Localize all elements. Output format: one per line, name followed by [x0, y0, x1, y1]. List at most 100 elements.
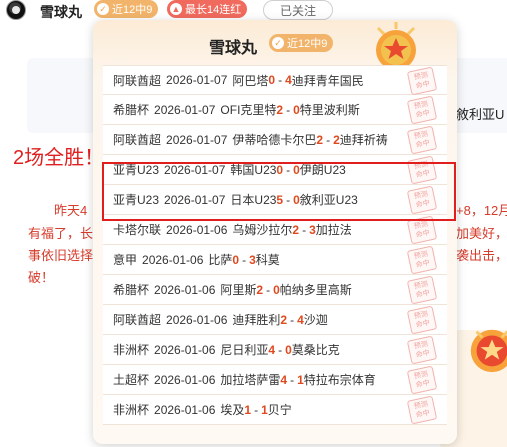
article-card-text: 敘利亚U — [456, 107, 505, 122]
match-away-score: 4 — [297, 312, 304, 327]
match-home-team: 伊蒂哈德卡尔巴 — [232, 133, 317, 147]
match-row[interactable]: 非洲杯 2026-01-06 埃及 1-1 贝宁 预测 命中 — [103, 395, 447, 425]
match-date: 2026-01-07 — [166, 73, 228, 87]
stamp-icon: 预测 命中 — [406, 335, 438, 365]
match-home-team: 埃及 — [220, 403, 245, 417]
article-line-3: 事依旧选择 — [28, 248, 94, 263]
match-league: 卡塔尔联 — [113, 223, 162, 237]
avatar[interactable] — [6, 0, 26, 20]
match-league: 意甲 — [113, 253, 138, 267]
match-away-team: 加拉法 — [315, 223, 352, 237]
match-dash: - — [326, 132, 331, 147]
match-dash: - — [290, 372, 295, 387]
match-home-score: 2 — [256, 282, 264, 297]
match-home-score: 2 — [276, 102, 284, 117]
match-date: 2026-01-06 — [154, 372, 216, 387]
match-dash: - — [254, 402, 259, 417]
stamp-icon: 预测 命中 — [406, 66, 438, 96]
match-home-team: 阿里斯 — [220, 283, 257, 297]
match-home-score: 0 — [268, 73, 276, 87]
match-away-team: 迪拜青年国民 — [291, 73, 364, 88]
match-league: 希腊杯 — [113, 103, 150, 117]
popup-author-name: 雪球丸 — [209, 40, 258, 57]
match-away-score: 3 — [309, 222, 316, 237]
match-away-team: 沙迦 — [303, 313, 328, 327]
match-dash: - — [266, 282, 271, 297]
match-away-team: 莫桑比克 — [291, 343, 340, 357]
match-date: 2026-01-07 — [166, 132, 228, 147]
match-home-team: OFI克里特 — [220, 103, 277, 117]
match-date: 2026-01-06 — [154, 282, 216, 297]
match-home-score: 1 — [244, 402, 252, 417]
match-home-score: 0 — [232, 252, 240, 267]
stamp-icon: 预测 命中 — [406, 125, 438, 155]
trophy-icon — [470, 329, 507, 373]
match-row[interactable]: 阿联酋超 2026-01-06 迪拜胜利 2-4 沙迦 预测 命中 — [103, 305, 447, 335]
match-home-team: 阿巴塔 — [232, 73, 269, 88]
follow-button[interactable]: 已关注 — [263, 0, 333, 20]
match-home-team: 比萨 — [208, 253, 233, 267]
match-dash: - — [290, 312, 295, 327]
match-row[interactable]: 非洲杯 2026-01-06 尼日利亚 4-0 莫桑比克 预测 命中 — [103, 335, 447, 365]
match-away-score: 1 — [261, 402, 268, 417]
match-date: 2026-01-07 — [154, 102, 216, 117]
stamp-icon: 预测 命中 — [406, 245, 438, 275]
match-away-score: 0 — [285, 342, 292, 357]
match-away-score: 0 — [293, 102, 300, 117]
author-name[interactable]: 雪球丸 — [40, 2, 82, 22]
match-away-team: 迪拜祈祷 — [339, 133, 388, 147]
stamp-icon: 预测 命中 — [406, 275, 438, 305]
streak-label: 最长14连红 — [185, 4, 242, 16]
match-row[interactable]: 土超杯 2026-01-06 加拉塔萨雷 4-1 特拉布宗体育 预测 命中 — [103, 365, 447, 395]
match-league: 希腊杯 — [113, 283, 150, 297]
match-date: 2026-01-06 — [142, 252, 204, 267]
match-away-score: 2 — [333, 132, 340, 147]
match-home-score: 4 — [280, 372, 288, 387]
match-home-score: 2 — [292, 222, 300, 237]
match-row[interactable]: 希腊杯 2026-01-07 OFI克里特 2-0 特里波利斯 预测 命中 — [103, 95, 447, 125]
article-line-2-right: 加美好， — [456, 226, 507, 241]
header: 雪球丸 ✓ 近12中9 ▲ 最长14连红 已关注 — [0, 0, 507, 22]
match-date: 2026-01-06 — [154, 342, 216, 357]
match-home-team: 尼日利亚 — [220, 343, 269, 357]
stamp-icon: 预测 命中 — [406, 365, 438, 395]
match-row[interactable]: 希腊杯 2026-01-06 阿里斯 2-0 帕纳多里高斯 预测 命中 — [103, 275, 447, 305]
stamp-icon: 预测 命中 — [406, 305, 438, 335]
article-line-4: 破！ — [28, 270, 55, 285]
match-home-team: 加拉塔萨雷 — [220, 373, 281, 387]
match-away-score: 3 — [249, 252, 256, 267]
match-league: 非洲杯 — [113, 343, 150, 357]
page: 雪球丸 ✓ 近12中9 ▲ 最长14连红 已关注 敘利亚U 2场全胜！ 昨天4 … — [0, 0, 507, 447]
check-icon: ✓ — [272, 37, 284, 49]
match-row[interactable]: 意甲 2026-01-06 比萨 0-3 科莫 预测 命中 — [103, 245, 447, 275]
match-home-score: 2 — [280, 312, 288, 327]
match-date: 2026-01-06 — [154, 402, 216, 417]
match-league: 阿联酋超 — [113, 313, 162, 327]
match-away-team: 科莫 — [255, 253, 280, 267]
match-league: 阿联酋超 — [113, 73, 162, 88]
match-league: 土超杯 — [113, 373, 150, 387]
article-line-3-right: 袭出击，争 — [456, 248, 507, 263]
popup-badge-label: 近12中9 — [287, 38, 328, 50]
article-line-2: 有福了，长 — [28, 226, 94, 241]
match-row[interactable]: 阿联酋超 2026-01-07 阿巴塔 0-4 迪拜青年国民 预测 命中 — [103, 65, 447, 96]
match-dash: - — [242, 252, 247, 267]
match-away-team: 帕纳多里高斯 — [279, 283, 352, 297]
match-home-score: 4 — [268, 342, 276, 357]
match-away-score: 1 — [297, 372, 304, 387]
article-line-1: 昨天4 — [54, 203, 88, 218]
history-popup: 雪球丸 ✓ 近12中9 阿联酋超 2026-01-07 阿巴塔 0-4 迪拜青年国民 预测… — [93, 20, 457, 444]
match-league: 非洲杯 — [113, 403, 150, 417]
match-dash: - — [278, 73, 283, 87]
match-row[interactable]: 阿联酋超 2026-01-07 伊蒂哈德卡尔巴 2-2 迪拜祈祷 预测 命中 — [103, 125, 447, 155]
match-away-score: 4 — [285, 73, 292, 87]
match-home-team: 乌姆沙拉尔 — [232, 223, 293, 237]
match-away-team: 贝宁 — [267, 403, 292, 417]
match-home-team: 迪拜胜利 — [232, 313, 281, 327]
streak-badge: ▲ 最长14连红 — [167, 0, 248, 18]
popup-recent-badge: ✓ 近12中9 — [269, 34, 334, 52]
match-dash: - — [278, 342, 283, 357]
check-icon: ✓ — [97, 3, 109, 15]
match-date: 2026-01-06 — [166, 222, 228, 237]
highlight-box — [102, 162, 456, 221]
